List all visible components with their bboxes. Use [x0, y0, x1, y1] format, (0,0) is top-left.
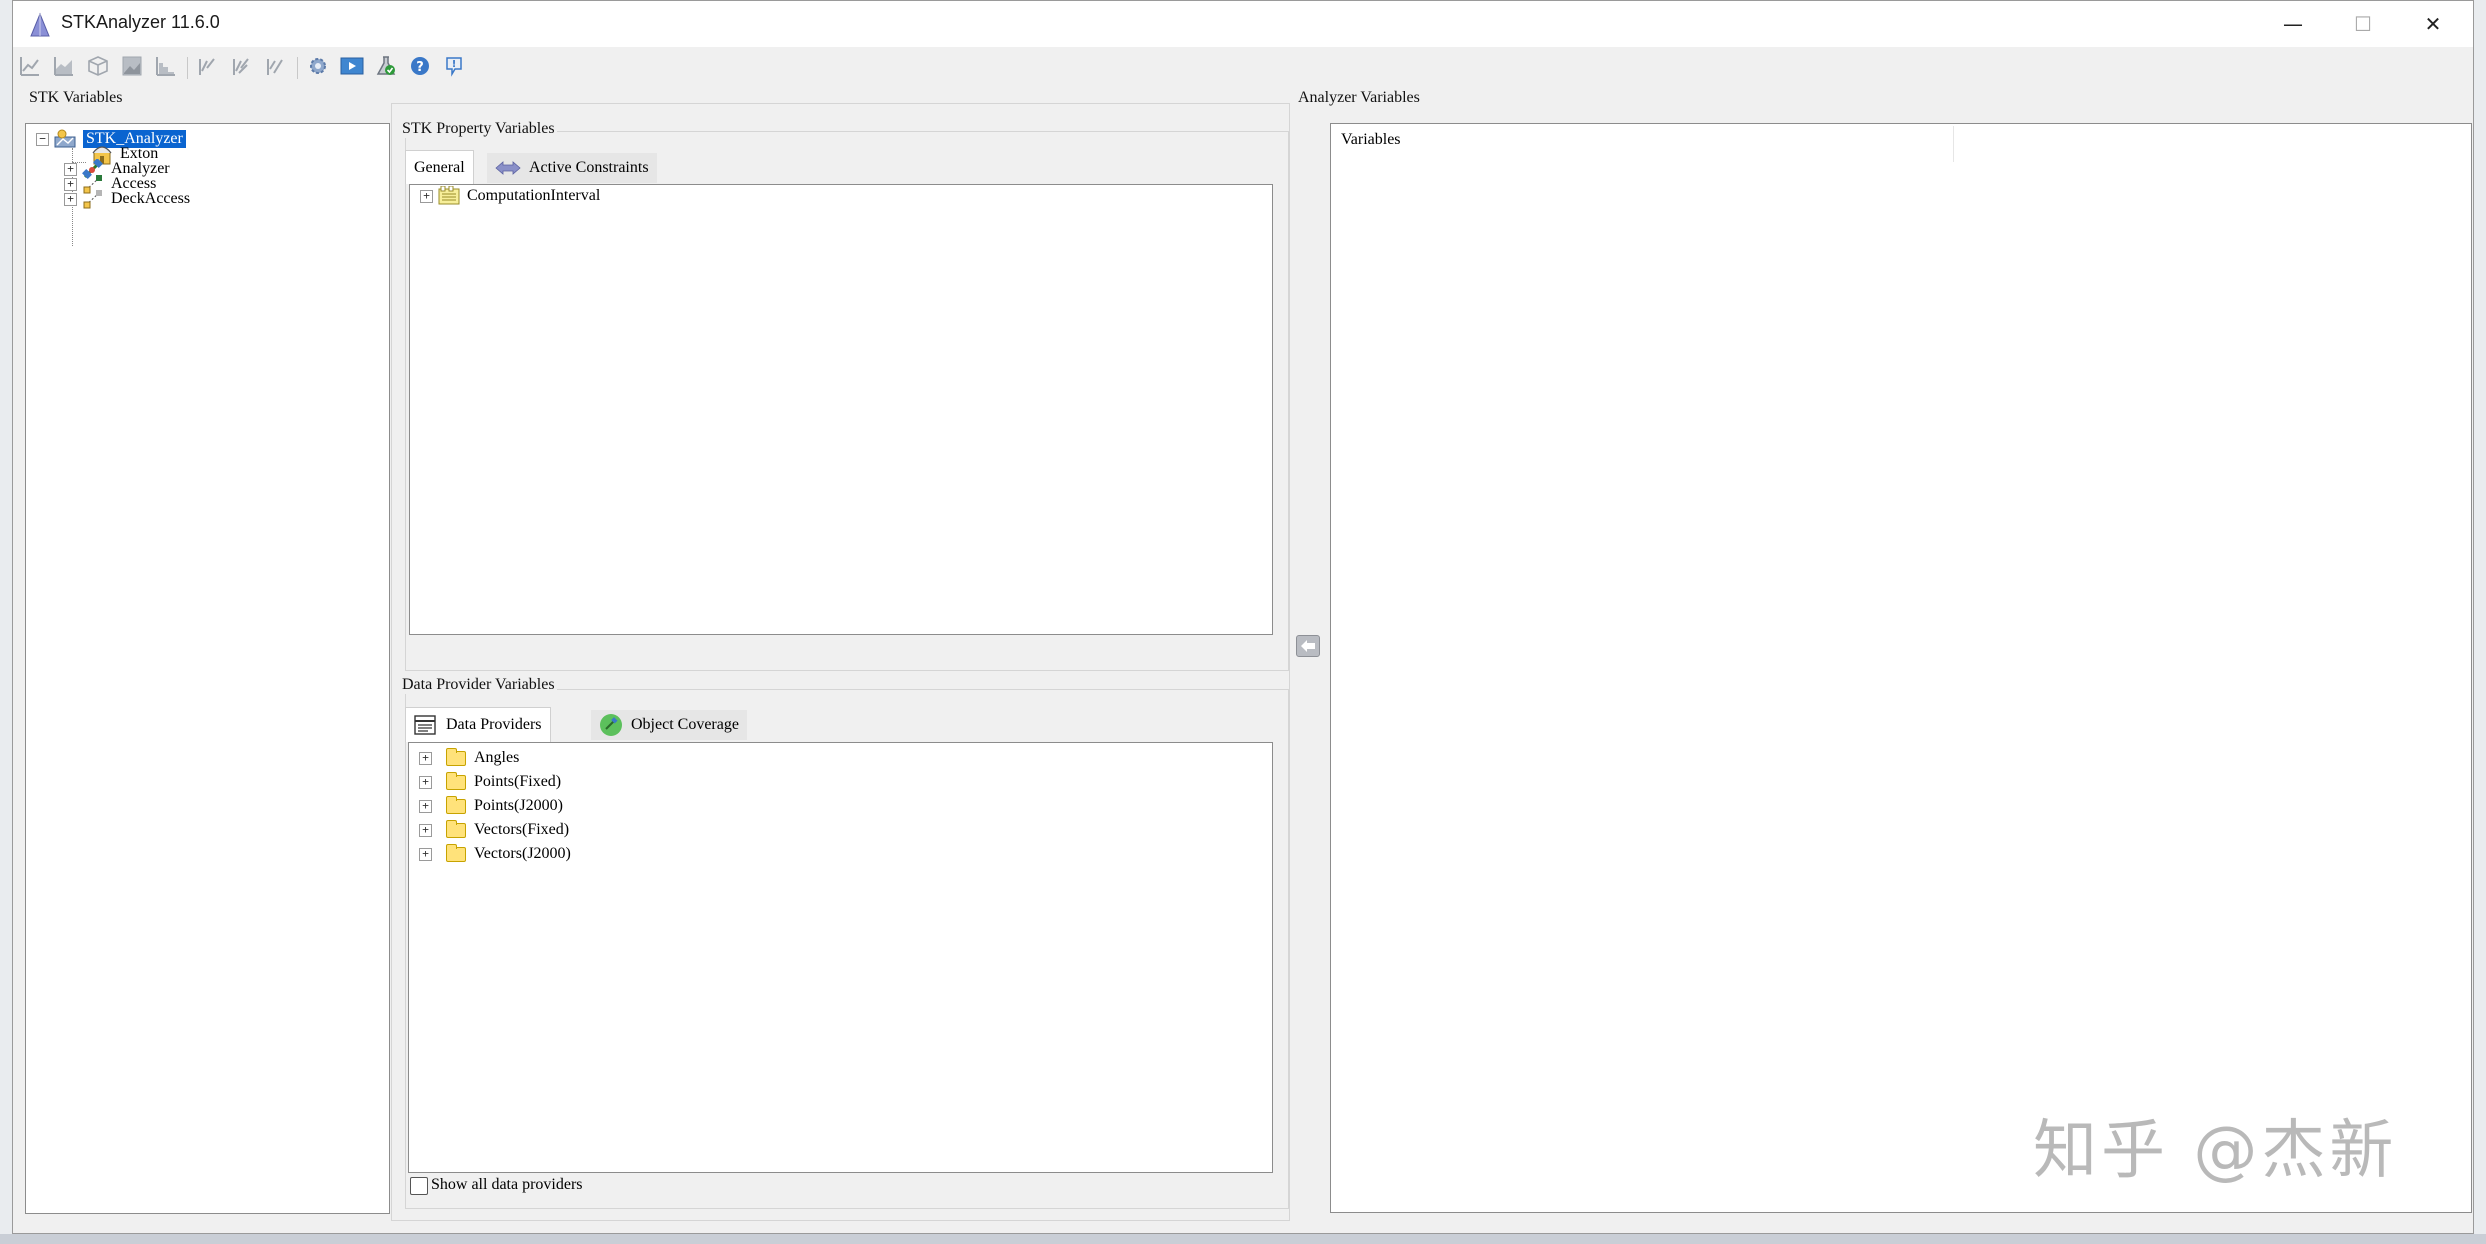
tab-label: Active Constraints: [529, 159, 649, 176]
area-chart-icon[interactable]: [51, 53, 77, 79]
folder-icon: [446, 747, 466, 766]
svg-text:!: !: [452, 59, 457, 70]
stk-analyzer-logo-icon: [30, 12, 50, 37]
line-chart-icon[interactable]: [17, 53, 43, 79]
expand-icon[interactable]: +: [419, 799, 432, 813]
histogram-icon[interactable]: [153, 53, 179, 79]
show-all-providers-label[interactable]: Show all data providers: [431, 1176, 583, 1194]
data-provider-label: Data Provider Variables: [400, 676, 557, 694]
tree-node-label: Vectors(Fixed): [474, 821, 570, 838]
property-variables-tree[interactable]: + ComputationInterval: [409, 184, 1273, 635]
interval-icon: [437, 186, 461, 206]
tree-node-points-j2000[interactable]: + Points(J2000): [419, 795, 563, 817]
tree-node-label: DeckAccess: [111, 190, 191, 207]
tab-active-constraints[interactable]: Active Constraints: [487, 153, 657, 183]
cube-icon[interactable]: [85, 53, 111, 79]
svg-text:?: ?: [416, 60, 424, 75]
info-icon[interactable]: !: [441, 53, 467, 79]
stk-variables-tree[interactable]: − STK_Analyzer Exton + Analyzer + Access…: [25, 123, 390, 1214]
watermark-text: 知乎 @杰新: [2033, 1114, 2398, 1188]
tab-label: General: [414, 158, 465, 176]
column-divider[interactable]: [1953, 126, 1954, 162]
tree-node-computation-interval[interactable]: + ComputationInterval: [420, 185, 600, 207]
tab-label: Object Coverage: [631, 716, 739, 733]
window-title: STKAnalyzer 11.6.0: [61, 12, 220, 32]
resize-grip[interactable]: [2453, 1217, 2469, 1231]
expand-icon[interactable]: +: [419, 751, 432, 765]
title-bar[interactable]: STKAnalyzer 11.6.0 — ☐ ✕: [13, 1, 2473, 47]
expand-icon[interactable]: +: [419, 823, 432, 837]
list-window-icon: [414, 715, 436, 735]
tree-node-deckaccess[interactable]: + DeckAccess: [64, 188, 190, 210]
tree-node-points-fixed[interactable]: + Points(Fixed): [419, 771, 561, 793]
tree-node-label: Angles: [474, 749, 520, 766]
expand-icon[interactable]: +: [419, 847, 432, 861]
toolbar: ? !: [13, 47, 2473, 85]
tree-node-vectors-j2000[interactable]: + Vectors(J2000): [419, 843, 571, 865]
toolbar-separator: [187, 57, 188, 79]
collapse-icon[interactable]: −: [36, 132, 49, 146]
tree-node-label: Vectors(J2000): [474, 845, 571, 862]
tab-label: Data Providers: [446, 716, 542, 733]
minimize-button[interactable]: —: [2258, 1, 2328, 47]
tree-node-vectors-fixed[interactable]: + Vectors(Fixed): [419, 819, 569, 841]
variables-column-header[interactable]: Variables: [1341, 131, 1401, 149]
coverage-globe-icon: [599, 713, 623, 737]
folder-icon: [446, 795, 466, 814]
pareto-icon[interactable]: [263, 53, 289, 79]
property-variables-label: STK Property Variables: [400, 120, 557, 138]
expand-icon[interactable]: +: [419, 775, 432, 789]
scatter-icon[interactable]: [195, 53, 221, 79]
tree-node-label: ComputationInterval: [467, 187, 601, 204]
folder-icon: [446, 843, 466, 862]
play-screen-icon[interactable]: [339, 53, 365, 79]
tree-node-label: Points(J2000): [474, 797, 563, 814]
deck-access-icon: [81, 189, 105, 209]
tree-node-label: Points(Fixed): [474, 773, 562, 790]
check-flask-icon[interactable]: [373, 53, 399, 79]
double-arrow-icon: [495, 160, 521, 176]
tree-node-angles[interactable]: + Angles: [419, 747, 519, 769]
analyzer-variables-label: Analyzer Variables: [1296, 89, 1422, 107]
toolbar-separator: [297, 57, 298, 79]
tab-general[interactable]: General: [405, 150, 474, 184]
desktop-edge-left: [0, 0, 12, 1244]
desktop-edge-right: [2474, 0, 2486, 1244]
show-all-providers-checkbox[interactable]: [410, 1177, 428, 1195]
app-window: STKAnalyzer 11.6.0 — ☐ ✕ ? ! STK Variabl…: [12, 0, 2474, 1234]
data-providers-tree[interactable]: + Angles + Points(Fixed) + Points(J2000)…: [408, 742, 1273, 1173]
folder-icon: [446, 771, 466, 790]
tab-data-providers[interactable]: Data Providers: [405, 707, 551, 742]
stk-variables-label: STK Variables: [27, 89, 125, 107]
desktop-edge-bottom: [0, 1234, 2486, 1244]
folder-icon: [446, 819, 466, 838]
expand-icon[interactable]: +: [64, 192, 77, 206]
help-icon[interactable]: ?: [407, 53, 433, 79]
image-icon[interactable]: [119, 53, 145, 79]
tab-object-coverage[interactable]: Object Coverage: [591, 710, 747, 740]
multi-scatter-icon[interactable]: [229, 53, 255, 79]
analyzer-variables-list[interactable]: Variables: [1330, 123, 2472, 1213]
close-button[interactable]: ✕: [2398, 1, 2468, 47]
expand-icon[interactable]: +: [420, 189, 433, 203]
scenario-icon: [53, 129, 77, 149]
gear-icon[interactable]: [305, 53, 331, 79]
maximize-button[interactable]: ☐: [2328, 1, 2398, 47]
